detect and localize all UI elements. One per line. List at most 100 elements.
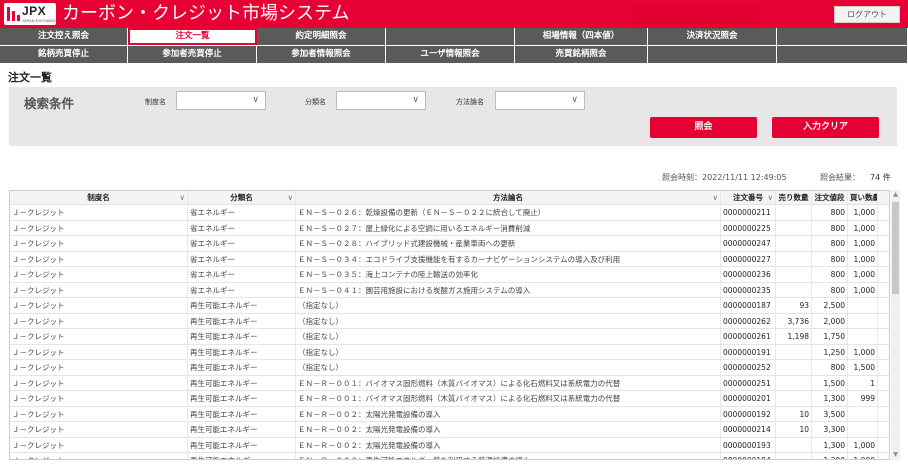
table-cell: 1,000 <box>848 205 878 220</box>
table-cell: （指定なし） <box>296 360 721 375</box>
table-cell: 0000000187 <box>721 298 776 313</box>
table-cell <box>776 391 812 406</box>
table-cell: 再生可能エネルギー <box>188 406 296 421</box>
table-row[interactable]: Ｊ－クレジット 再生可能エネルギー ＥＮ－Ｒ－００２：太陽光発電設備の導入 00000… <box>10 437 889 453</box>
clear-button[interactable]: 入力クリア <box>772 117 879 138</box>
table-header: 制度名 ∨ 分類名 ∨ 方法論名 ∨ 注文番号 ∨ 売り数量 ∨ 注文値段 ∨ 買い数量 ∨ <box>10 191 889 205</box>
column-header-3[interactable]: 注文番号 ∨ <box>721 191 776 204</box>
table-cell: （指定なし） <box>296 313 721 328</box>
nav-row1-item-3 <box>386 28 515 45</box>
table-cell: 1,300 <box>812 391 848 406</box>
nav-row2-item-1[interactable]: 参加者売買停止 <box>128 46 257 63</box>
table-row[interactable]: Ｊ－クレジット 再生可能エネルギー （指定なし） 0000000252 800 1,500 <box>10 360 889 376</box>
category-select[interactable]: ∨ <box>336 91 426 110</box>
nav-row2-item-2[interactable]: 参加者情報照会 <box>257 46 386 63</box>
table-cell: 10 <box>776 406 812 421</box>
table-cell: Ｊ－クレジット <box>10 220 188 235</box>
nav-row1-item-0[interactable]: 注文控え照会 <box>0 28 128 45</box>
nav-row2-item-3[interactable]: ユーザ情報照会 <box>386 46 515 63</box>
table-cell <box>776 375 812 390</box>
chevron-down-icon[interactable]: ∨ <box>768 191 774 204</box>
column-header-6[interactable]: 買い数量 ∨ <box>848 191 878 204</box>
method-select[interactable]: ∨ <box>495 91 585 110</box>
table-cell: 1,000 <box>848 220 878 235</box>
table-row[interactable]: Ｊ－クレジット 再生可能エネルギー （指定なし） 0000000187 93 2,500 <box>10 298 889 314</box>
table-cell: 1,000 <box>848 344 878 359</box>
table-cell: ＥＮ－Ｓ－０３５：海上コンテナの陸上輸送の効率化 <box>296 267 721 282</box>
nav-row1-item-4[interactable]: 相場情報（四本値） <box>515 28 648 45</box>
table-cell <box>776 453 812 459</box>
table-cell: 省エネルギー <box>188 220 296 235</box>
nav-row2-item-0[interactable]: 銘柄売買停止 <box>0 46 128 63</box>
table-cell: 1,500 <box>812 375 848 390</box>
chevron-down-icon: ∨ <box>252 95 259 105</box>
table-row[interactable]: Ｊ－クレジット再生可能エネルギーＥＮ－Ｒ－００３：再生可能エネルギー熱を利用する… <box>10 453 889 459</box>
table-row[interactable]: Ｊ－クレジット 再生可能エネルギー （指定なし） 0000000261 1,198 1,7… <box>10 329 889 345</box>
table-row[interactable]: Ｊ－クレジット 再生可能エネルギー ＥＮ－Ｒ－００１：バイオマス固形燃料（木質バイオ… <box>10 375 889 391</box>
nav-row1-item-2[interactable]: 約定明細照会 <box>257 28 386 45</box>
table-cell: Ｊ－クレジット <box>10 422 188 437</box>
table-cell: ＥＮ－Ｒ－００１：バイオマス固形燃料（木質バイオマス）による化石燃料又は系統電力… <box>296 375 721 390</box>
table-row[interactable]: Ｊ－クレジット 再生可能エネルギー （指定なし） 0000000191 1,250 1,0… <box>10 344 889 360</box>
table-row[interactable]: Ｊ－クレジット 省エネルギー ＥＮ－Ｓ－０３５：海上コンテナの陸上輸送の効率化 000… <box>10 267 889 283</box>
table-row[interactable]: Ｊ－クレジット 省エネルギー ＥＮ－Ｓ－０２７：屋上緑化による空調に用いるエネルギー… <box>10 220 889 236</box>
nav-row2-item-4[interactable]: 売買銘柄照会 <box>515 46 648 63</box>
nav-row-2: 銘柄売買停止 参加者売買停止 参加者情報照会 ユーザ情報照会 売買銘柄照会 <box>0 46 908 63</box>
table-cell: （指定なし） <box>296 329 721 344</box>
nav-row1-item-5[interactable]: 決済状況照会 <box>648 28 777 45</box>
column-header-5[interactable]: 注文値段 ∨ <box>812 191 848 204</box>
table-row[interactable]: Ｊ－クレジット 再生可能エネルギー （指定なし） 0000000262 3,736 2,0… <box>10 313 889 329</box>
vertical-scrollbar[interactable]: ▲ ▼ <box>891 190 900 460</box>
table-cell <box>776 205 812 220</box>
table-cell: 0000000194 <box>721 453 776 459</box>
column-header-1[interactable]: 分類名 ∨ <box>188 191 296 204</box>
table-cell: 93 <box>776 298 812 313</box>
table-row[interactable]: Ｊ－クレジット 省エネルギー ＥＮ－Ｓ－０３４：エコドライブ支援機能を有するカーナビ… <box>10 251 889 267</box>
table-cell: Ｊ－クレジット <box>10 375 188 390</box>
table-row[interactable]: Ｊ－クレジット 省エネルギー ＥＮ－Ｓ－０２６：乾燥設備の更新（ＥＮ－Ｓ－０２２に統… <box>10 205 889 221</box>
table-cell: 再生可能エネルギー <box>188 313 296 328</box>
table-cell: 1,750 <box>812 329 848 344</box>
chevron-down-icon[interactable]: ∨ <box>870 191 876 204</box>
nav-row1-item-6 <box>777 28 908 45</box>
chevron-down-icon[interactable]: ∨ <box>180 191 186 204</box>
chevron-down-icon[interactable]: ∨ <box>288 191 294 204</box>
chevron-down-icon[interactable]: ∨ <box>804 191 810 204</box>
column-header-4[interactable]: 売り数量 ∨ <box>776 191 812 204</box>
nav-row1-item-1[interactable]: 注文一覧 <box>128 28 257 45</box>
table-cell: 省エネルギー <box>188 205 296 220</box>
table-cell: 再生可能エネルギー <box>188 391 296 406</box>
table-row[interactable]: Ｊ－クレジット 再生可能エネルギー ＥＮ－Ｒ－００１：バイオマス固形燃料（木質バイオ… <box>10 391 889 407</box>
table-cell <box>776 251 812 266</box>
chevron-down-icon[interactable]: ∨ <box>713 191 719 204</box>
column-header-2[interactable]: 方法論名 ∨ <box>296 191 721 204</box>
table-cell: 1 <box>848 375 878 390</box>
column-header-0[interactable]: 制度名 ∨ <box>10 191 188 204</box>
jpx-logo: JPX JAPAN EXCHANGE GROUP <box>4 3 74 25</box>
table-row[interactable]: Ｊ－クレジット 省エネルギー ＥＮ－Ｓ－０４１：園芸用施設における炭酸ガス施用システ… <box>10 282 889 298</box>
table-row[interactable]: Ｊ－クレジット 再生可能エネルギー ＥＮ－Ｒ－００２：太陽光発電設備の導入 00000… <box>10 422 889 438</box>
table-cell: Ｊ－クレジット <box>10 437 188 452</box>
nav-row2-item-6 <box>777 46 908 63</box>
table-cell: 0000000193 <box>721 437 776 452</box>
table-row[interactable]: Ｊ－クレジット 再生可能エネルギー ＥＮ－Ｒ－００２：太陽光発電設備の導入 00000… <box>10 406 889 422</box>
scroll-thumb[interactable] <box>892 202 899 294</box>
table-cell: 1,000 <box>848 453 878 459</box>
table-cell: 800 <box>812 282 848 297</box>
table-cell: Ｊ－クレジット <box>10 360 188 375</box>
table-cell <box>776 267 812 282</box>
table-cell: 再生可能エネルギー <box>188 329 296 344</box>
scroll-up-icon[interactable]: ▲ <box>891 190 900 200</box>
table-cell: 1,198 <box>776 329 812 344</box>
table-cell: 0000000192 <box>721 406 776 421</box>
scroll-down-icon[interactable]: ▼ <box>891 450 900 460</box>
table-cell: Ｊ－クレジット <box>10 344 188 359</box>
table-cell <box>848 422 878 437</box>
table-cell <box>848 313 878 328</box>
logout-button[interactable]: ログアウト <box>834 6 900 23</box>
table-row[interactable]: Ｊ－クレジット 省エネルギー ＥＮ－Ｓ－０２８：ハイブリッド式建設機械・産業車両への… <box>10 236 889 252</box>
table-cell: ＥＮ－Ｒ－００２：太陽光発電設備の導入 <box>296 437 721 452</box>
chevron-down-icon[interactable]: ∨ <box>840 191 846 204</box>
query-button[interactable]: 照会 <box>650 117 757 138</box>
system-select[interactable]: ∨ <box>176 91 266 110</box>
